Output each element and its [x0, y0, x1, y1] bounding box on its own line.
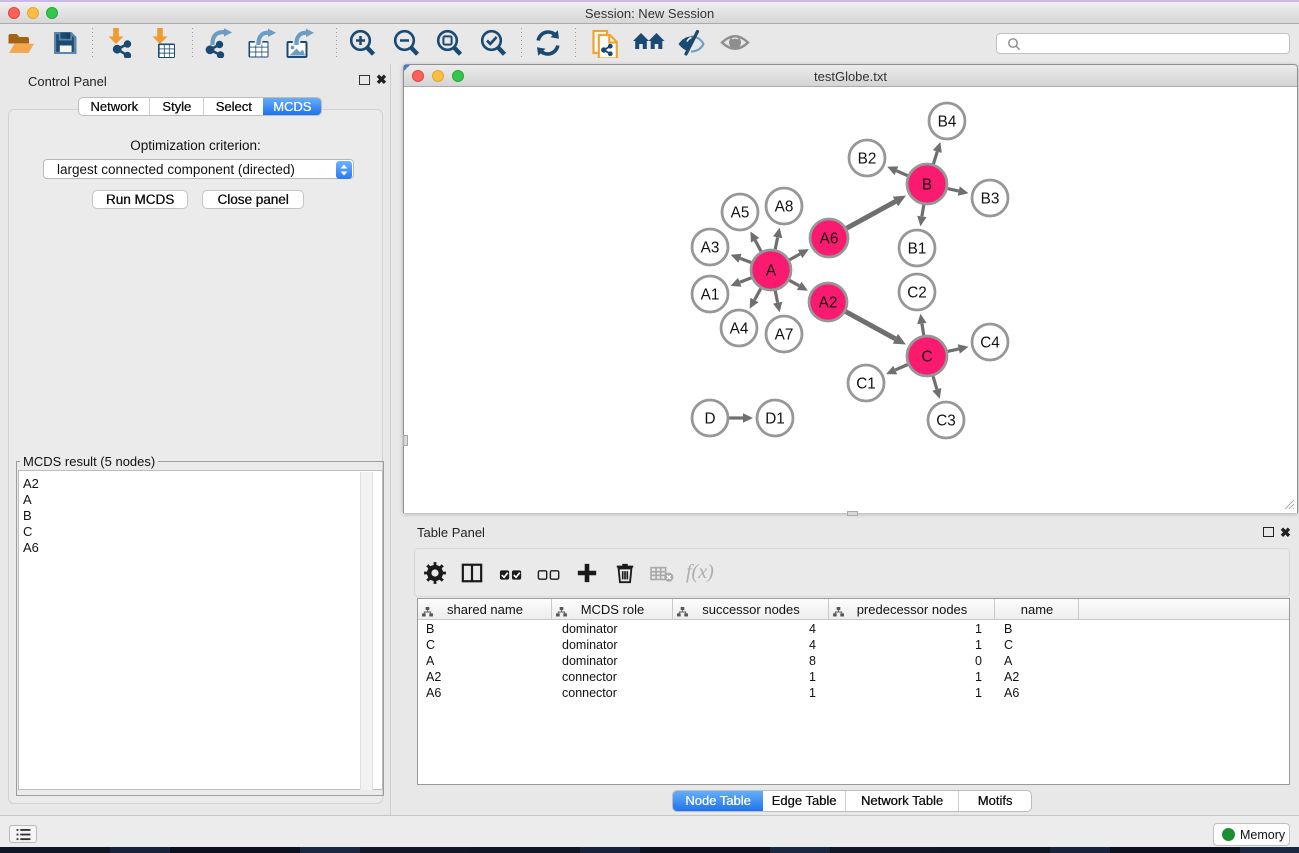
svg-text:B2: B2 [858, 151, 877, 168]
svg-text:A7: A7 [775, 327, 794, 344]
svg-text:A6: A6 [820, 231, 839, 248]
svg-text:B4: B4 [938, 114, 957, 131]
svg-text:C2: C2 [907, 285, 927, 302]
svg-text:D: D [704, 411, 715, 428]
svg-text:A2: A2 [819, 295, 838, 312]
svg-text:A4: A4 [730, 321, 749, 338]
svg-text:A5: A5 [731, 205, 750, 222]
svg-text:A8: A8 [775, 199, 794, 216]
svg-text:B1: B1 [908, 241, 927, 258]
svg-text:C3: C3 [936, 413, 956, 430]
svg-text:C1: C1 [856, 376, 876, 393]
svg-text:B: B [922, 177, 932, 194]
svg-text:A: A [766, 263, 777, 280]
svg-text:C: C [921, 349, 932, 366]
svg-text:C4: C4 [980, 335, 1000, 352]
svg-text:A3: A3 [701, 240, 720, 257]
svg-text:A1: A1 [701, 287, 720, 304]
svg-text:D1: D1 [765, 411, 785, 428]
svg-text:B3: B3 [981, 191, 1000, 208]
